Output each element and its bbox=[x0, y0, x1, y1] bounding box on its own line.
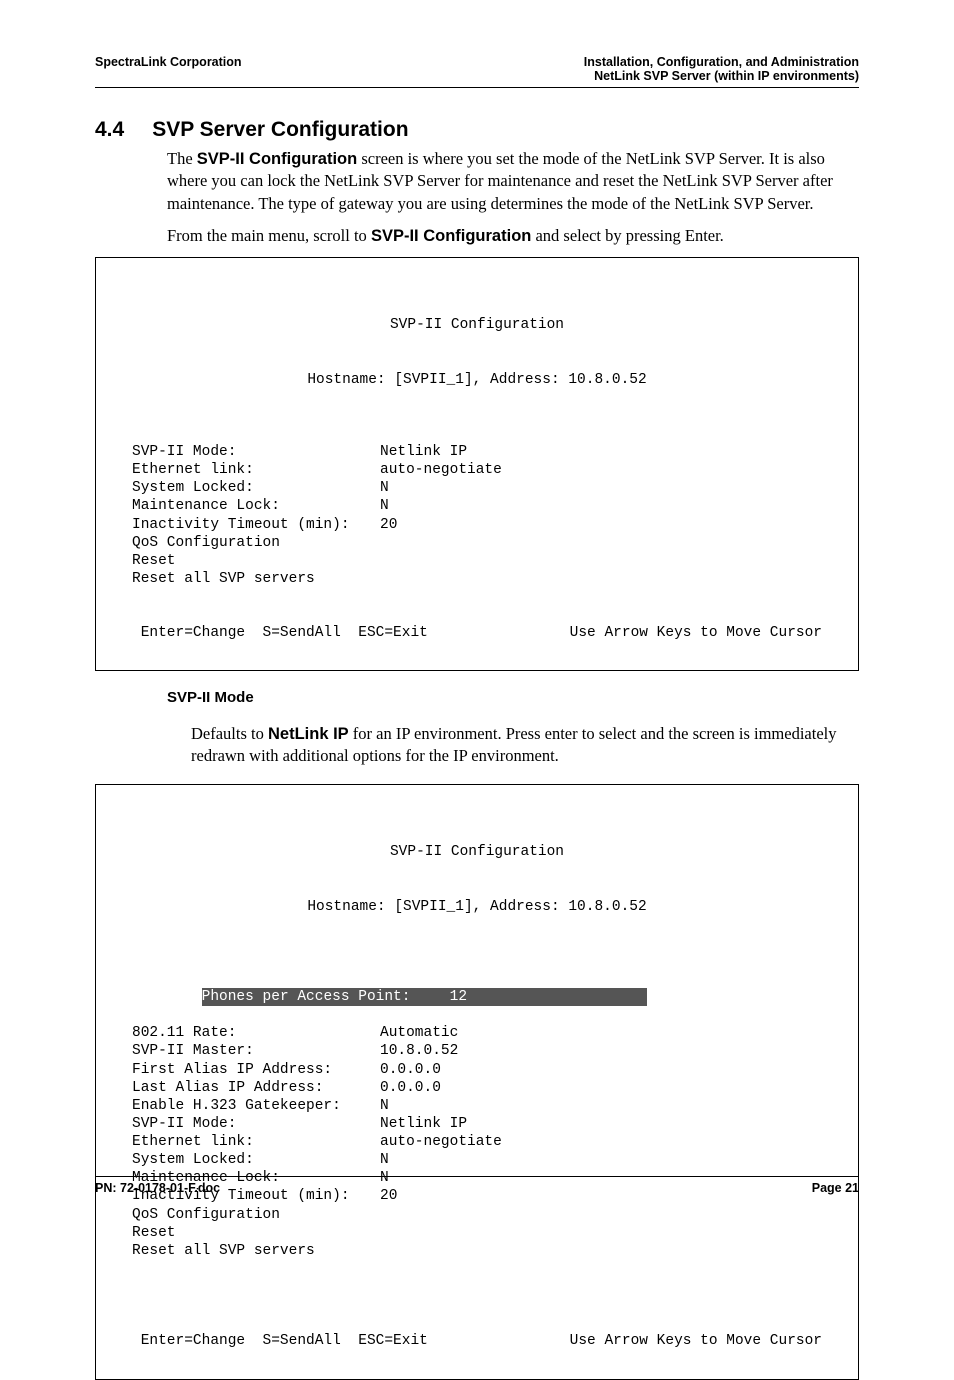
terminal-row: System Locked:N bbox=[132, 1151, 822, 1169]
terminal-value: 0.0.0.0 bbox=[380, 1061, 441, 1079]
header-left: SpectraLink Corporation bbox=[95, 55, 242, 83]
terminal-row: Maintenance Lock:N bbox=[132, 497, 822, 515]
terminal-row: QoS Configuration bbox=[132, 1206, 822, 1224]
terminal-label: Inactivity Timeout (min): bbox=[132, 516, 380, 534]
terminal-label: Reset all SVP servers bbox=[132, 1242, 380, 1260]
terminal-rows: SVP-II Mode:Netlink IPEthernet link:auto… bbox=[132, 443, 822, 588]
terminal-label: Phones per Access Point: bbox=[202, 988, 450, 1006]
terminal-value: N bbox=[380, 1097, 389, 1115]
terminal-footer-left: Enter=Change S=SendAll ESC=Exit bbox=[132, 1332, 428, 1350]
terminal-value: Netlink IP bbox=[380, 1115, 467, 1133]
subheading-svp-ii-mode: SVP-II Mode bbox=[167, 689, 859, 706]
header-right-line2: NetLink SVP Server (within IP environmen… bbox=[584, 69, 859, 83]
terminal-value: 12 bbox=[450, 988, 467, 1006]
terminal-row: First Alias IP Address:0.0.0.0 bbox=[132, 1061, 822, 1079]
section-title: SVP Server Configuration bbox=[152, 118, 408, 142]
terminal-label: SVP-II Mode: bbox=[132, 1115, 380, 1133]
page-header: SpectraLink Corporation Installation, Co… bbox=[95, 55, 859, 88]
terminal-label: Reset all SVP servers bbox=[132, 570, 380, 588]
terminal-value: N bbox=[380, 1151, 389, 1169]
terminal-row: 802.11 Rate:Automatic bbox=[132, 1024, 822, 1042]
terminal-row: Last Alias IP Address:0.0.0.0 bbox=[132, 1079, 822, 1097]
bold-text: SVP-II Configuration bbox=[371, 227, 531, 245]
page-footer: PN: 72-0178-01-F.doc Page 21 bbox=[95, 1176, 859, 1195]
terminal-footer-left: Enter=Change S=SendAll ESC=Exit bbox=[132, 624, 428, 642]
paragraph-1: The SVP-II Configuration screen is where… bbox=[167, 148, 859, 215]
bold-text: SVP-II Configuration bbox=[197, 150, 357, 168]
terminal-rows: Phones per Access Point:12 802.11 Rate:A… bbox=[132, 970, 822, 1296]
section-number: 4.4 bbox=[95, 118, 124, 142]
terminal-screen-1: SVP-II Configuration Hostname: [SVPII_1]… bbox=[95, 257, 859, 671]
text: The bbox=[167, 149, 197, 168]
terminal-title: SVP-II Configuration bbox=[132, 843, 822, 861]
text: Defaults to bbox=[191, 724, 268, 743]
terminal-label: QoS Configuration bbox=[132, 534, 380, 552]
terminal-label: 802.11 Rate: bbox=[132, 1024, 380, 1042]
text: and select by pressing Enter. bbox=[531, 226, 723, 245]
terminal-footer: Enter=Change S=SendAll ESC=Exit Use Arro… bbox=[132, 624, 822, 642]
terminal-row-highlighted: Phones per Access Point:12 bbox=[202, 988, 647, 1006]
terminal-footer-right: Use Arrow Keys to Move Cursor bbox=[570, 1332, 822, 1350]
terminal-label: System Locked: bbox=[132, 479, 380, 497]
terminal-label: SVP-II Master: bbox=[132, 1042, 380, 1060]
terminal-label: Maintenance Lock: bbox=[132, 497, 380, 515]
header-right: Installation, Configuration, and Adminis… bbox=[584, 55, 859, 83]
paragraph-2: From the main menu, scroll to SVP-II Con… bbox=[167, 225, 859, 247]
terminal-label: Reset bbox=[132, 552, 380, 570]
terminal-value: 10.8.0.52 bbox=[380, 1042, 458, 1060]
terminal-label: First Alias IP Address: bbox=[132, 1061, 380, 1079]
terminal-row: SVP-II Mode:Netlink IP bbox=[132, 1115, 822, 1133]
terminal-label: System Locked: bbox=[132, 1151, 380, 1169]
terminal-screen-2: SVP-II Configuration Hostname: [SVPII_1]… bbox=[95, 784, 859, 1380]
terminal-row: SVP-II Mode:Netlink IP bbox=[132, 443, 822, 461]
terminal-row: Reset all SVP servers bbox=[132, 570, 822, 588]
terminal-value: auto-negotiate bbox=[380, 1133, 502, 1151]
terminal-label: Last Alias IP Address: bbox=[132, 1079, 380, 1097]
terminal-footer-right: Use Arrow Keys to Move Cursor bbox=[570, 624, 822, 642]
terminal-value: 20 bbox=[380, 516, 397, 534]
page: SpectraLink Corporation Installation, Co… bbox=[0, 0, 954, 1235]
terminal-label: Reset bbox=[132, 1224, 380, 1242]
terminal-row: Reset bbox=[132, 1224, 822, 1242]
terminal-row: Ethernet link:auto-negotiate bbox=[132, 1133, 822, 1151]
terminal-value: Automatic bbox=[380, 1024, 458, 1042]
terminal-value: 0.0.0.0 bbox=[380, 1079, 441, 1097]
terminal-value: auto-negotiate bbox=[380, 461, 502, 479]
terminal-title: SVP-II Configuration bbox=[132, 316, 822, 334]
terminal-row: QoS Configuration bbox=[132, 534, 822, 552]
terminal-label: Enable H.323 Gatekeeper: bbox=[132, 1097, 380, 1115]
terminal-footer: Enter=Change S=SendAll ESC=Exit Use Arro… bbox=[132, 1332, 822, 1350]
section-heading: 4.4 SVP Server Configuration bbox=[95, 118, 859, 142]
terminal-row: SVP-II Master:10.8.0.52 bbox=[132, 1042, 822, 1060]
text: From the main menu, scroll to bbox=[167, 226, 371, 245]
terminal-label: QoS Configuration bbox=[132, 1206, 380, 1224]
terminal-row: Reset all SVP servers bbox=[132, 1242, 822, 1260]
terminal-label: Ethernet link: bbox=[132, 461, 380, 479]
terminal-hostline: Hostname: [SVPII_1], Address: 10.8.0.52 bbox=[132, 898, 822, 916]
terminal-value: N bbox=[380, 479, 389, 497]
terminal-label: SVP-II Mode: bbox=[132, 443, 380, 461]
terminal-row: Enable H.323 Gatekeeper:N bbox=[132, 1097, 822, 1115]
terminal-value: N bbox=[380, 497, 389, 515]
terminal-hostline: Hostname: [SVPII_1], Address: 10.8.0.52 bbox=[132, 371, 822, 389]
terminal-value: Netlink IP bbox=[380, 443, 467, 461]
terminal-row: Inactivity Timeout (min):20 bbox=[132, 516, 822, 534]
footer-right: Page 21 bbox=[812, 1181, 859, 1195]
terminal-row: System Locked:N bbox=[132, 479, 822, 497]
bold-text: NetLink IP bbox=[268, 725, 349, 743]
header-right-line1: Installation, Configuration, and Adminis… bbox=[584, 55, 859, 69]
footer-left: PN: 72-0178-01-F.doc bbox=[95, 1181, 220, 1195]
terminal-label: Ethernet link: bbox=[132, 1133, 380, 1151]
terminal-row: Ethernet link:auto-negotiate bbox=[132, 461, 822, 479]
terminal-row: Reset bbox=[132, 552, 822, 570]
paragraph-3: Defaults to NetLink IP for an IP environ… bbox=[191, 723, 859, 768]
